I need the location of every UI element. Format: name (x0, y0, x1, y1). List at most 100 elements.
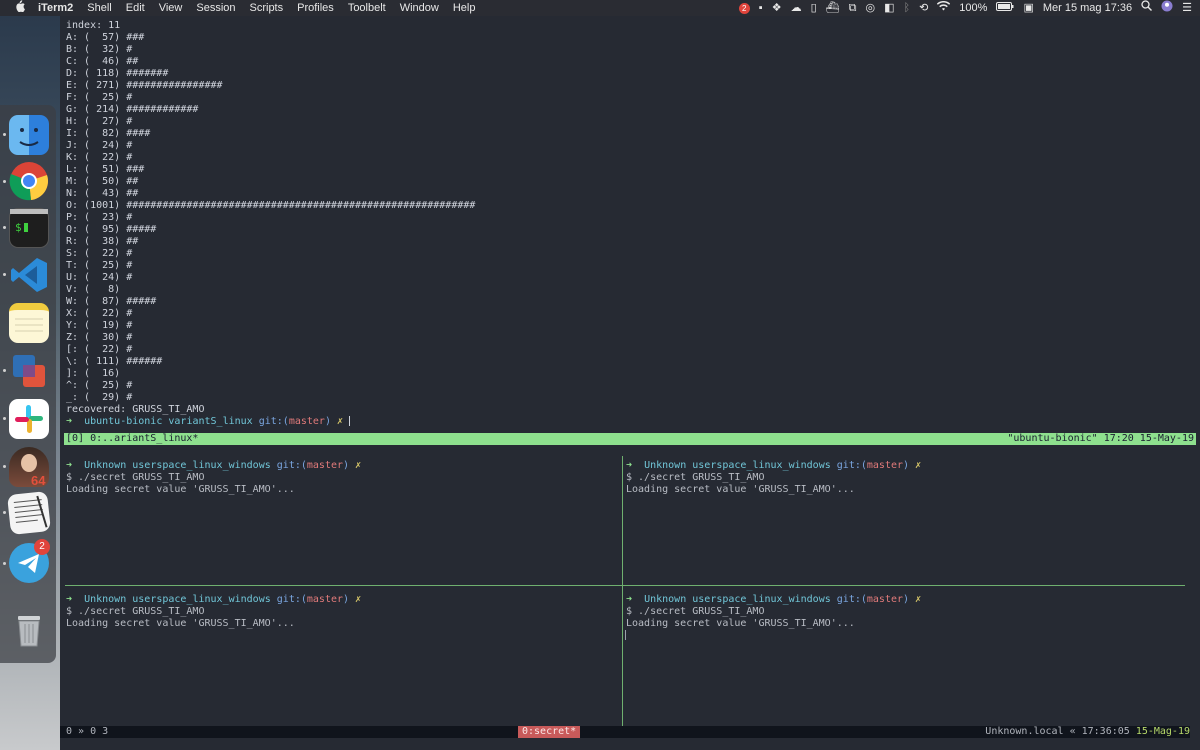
prompt-git-close: ) (903, 460, 910, 471)
pane-bottom-left[interactable]: ➜ Unknown userspace_linux_windows git:(m… (66, 594, 616, 630)
notification-center-icon[interactable]: ☰ (1182, 0, 1192, 16)
prompt-git-label: git:( (276, 594, 307, 605)
finder-running-dot (3, 133, 6, 136)
pane-divider-vertical[interactable] (622, 456, 623, 726)
spotlight-search-icon[interactable] (1141, 0, 1153, 16)
prompt-host: Unknown (644, 594, 687, 605)
menu-scripts[interactable]: Scripts (250, 0, 284, 16)
pane-prompt-line: ➜ Unknown userspace_linux_windows git:(m… (626, 460, 1186, 472)
app-icon[interactable]: ◧ (884, 0, 894, 16)
pane-output-line: Loading secret value 'GRUSS_TI_AMO'... (626, 618, 855, 629)
prompt-host: Unknown (84, 594, 127, 605)
histogram-row: A: ( 57) ### (66, 32, 145, 43)
prompt-dir: variantS_linux (168, 416, 253, 427)
apple-menu-icon[interactable] (14, 0, 28, 16)
battery-icon[interactable] (996, 0, 1014, 16)
textedit-icon[interactable] (7, 491, 51, 535)
sync-icon[interactable]: ◎ (865, 0, 875, 16)
tmux-host-time: Unknown.local « 17:36:05 (985, 726, 1136, 737)
battery-monitor-icon[interactable]: ▯ (811, 0, 817, 16)
histogram-row: T: ( 25) # (66, 260, 133, 271)
pane-command-line: $ ./secret GRUSS_TI_AMO (626, 606, 765, 617)
menu-window[interactable]: Window (400, 0, 439, 16)
pane-divider-horizontal[interactable] (65, 585, 1185, 586)
pane-command-line: $ ./secret GRUSS_TI_AMO (66, 606, 205, 617)
clock-datetime[interactable]: Mer 15 mag 17:36 (1043, 0, 1132, 16)
histogram-row: L: ( 51) ### (66, 164, 145, 175)
prompt-arrow: ➜ (66, 416, 73, 427)
dropbox-icon[interactable]: ❖ (772, 0, 782, 16)
prompt-git-label: git:( (276, 460, 307, 471)
notes-icon[interactable] (9, 303, 49, 343)
docker-icon[interactable]: ⛴ (826, 0, 840, 16)
histogram-row: N: ( 43) ## (66, 188, 139, 199)
pane-bottom-right[interactable]: ➜ Unknown userspace_linux_windows git:(m… (626, 594, 1186, 630)
virtualbox-icon[interactable] (9, 351, 49, 391)
prompt-branch: master (288, 416, 325, 427)
pane-top-right[interactable]: ➜ Unknown userspace_linux_windows git:(m… (626, 460, 1186, 496)
finder-icon[interactable] (9, 115, 49, 155)
menu-profiles[interactable]: Profiles (297, 0, 334, 16)
dock: $ 64 2 (0, 105, 56, 663)
user-avatar-icon[interactable] (1161, 0, 1173, 17)
menu-session[interactable]: Session (196, 0, 235, 16)
menu-edit[interactable]: Edit (126, 0, 145, 16)
histogram-row: U: ( 24) # (66, 272, 133, 283)
wifi-icon[interactable] (937, 0, 951, 16)
prompt-git-close: ) (343, 594, 350, 605)
bluetooth-icon[interactable]: ᛒ (903, 0, 910, 16)
histogram-row: Y: ( 19) # (66, 320, 133, 331)
tmux-status-bar: 0 » 0 3 0:secret* Unknown.local « 17:36:… (60, 726, 1190, 738)
chrome-icon[interactable] (9, 161, 49, 201)
histogram-row: O: (1001) ##############################… (66, 200, 476, 211)
menu-toolbelt[interactable]: Toolbelt (348, 0, 386, 16)
histogram-output: A: ( 57) ### B: ( 32) # C: ( 46) ## D: ( 11… (66, 32, 1186, 404)
histogram-row: B: ( 32) # (66, 44, 133, 55)
tmux-host-time: "ubuntu-bionic" 17:20 15-May-19 (1007, 433, 1194, 444)
menu-iterm2[interactable]: iTerm2 (38, 0, 73, 16)
ida-running-dot (3, 465, 6, 468)
menu-shell[interactable]: Shell (87, 0, 111, 16)
chrome-running-dot (3, 180, 6, 183)
menu-view[interactable]: View (159, 0, 183, 16)
histogram-row: F: ( 25) # (66, 92, 133, 103)
tmux-active-window[interactable]: 0:secret* (518, 726, 581, 738)
pane-prompt-line: ➜ Unknown userspace_linux_windows git:(m… (66, 594, 616, 606)
histogram-row: D: ( 118) ####### (66, 68, 169, 79)
cloud-icon[interactable]: ☁ (791, 0, 802, 16)
tmux-session-info: 0 » 0 3 (66, 726, 109, 737)
time-machine-icon[interactable]: ⟲ (919, 0, 928, 16)
prompt-host: Unknown (644, 460, 687, 471)
trash-icon[interactable] (9, 610, 49, 650)
pane-top-left[interactable]: ➜ Unknown userspace_linux_windows git:(m… (66, 460, 616, 496)
tmux-date: 15-Mag-19 (1135, 726, 1190, 737)
menu-help[interactable]: Help (453, 0, 476, 16)
pane-output-line: Loading secret value 'GRUSS_TI_AMO'... (66, 484, 295, 495)
top-prompt-line: ➜ ubuntu-bionic variantS_linux git:(mast… (66, 416, 1186, 428)
svg-text:64: 64 (31, 473, 46, 487)
prompt-dirty-mark: ✗ (915, 460, 922, 471)
keyboard-input-icon[interactable]: ▣ (1023, 0, 1033, 16)
iterm-window[interactable]: index: 11 A: ( 57) ### B: ( 32) # C: ( 46)… (60, 16, 1200, 750)
prompt-dirty-mark: ✗ (337, 416, 344, 427)
pane-output-line: Loading secret value 'GRUSS_TI_AMO'... (626, 484, 855, 495)
histogram-row: ^: ( 25) # (66, 380, 133, 391)
prompt-dirty-mark: ✗ (355, 594, 362, 605)
histogram-row: J: ( 24) # (66, 140, 133, 151)
histogram-row: R: ( 38) ## (66, 236, 139, 247)
prompt-git-close: ) (324, 416, 331, 427)
battery-percentage[interactable]: 100% (959, 0, 987, 16)
slack-icon[interactable] (9, 399, 49, 439)
prompt-dir: userspace_linux_windows (692, 594, 831, 605)
tmux-top-pane[interactable]: index: 11 A: ( 57) ### B: ( 32) # C: ( 46)… (66, 20, 1186, 428)
notification-badge-icon[interactable]: 2 (738, 2, 750, 14)
pane-command-line: $ ./secret GRUSS_TI_AMO (626, 472, 765, 483)
ida-icon[interactable]: 64 (9, 447, 49, 488)
iterm-icon[interactable]: $ (9, 208, 49, 248)
tmux-window-list[interactable]: [0] 0:..ariantS_linux* (66, 433, 198, 445)
telegram-running-dot (3, 562, 6, 565)
vscode-icon[interactable] (9, 255, 49, 295)
histogram-row: Z: ( 30) # (66, 332, 133, 343)
vpn-icon[interactable]: ⧉ (849, 0, 857, 16)
chat-icon[interactable]: ▪ (759, 0, 763, 16)
